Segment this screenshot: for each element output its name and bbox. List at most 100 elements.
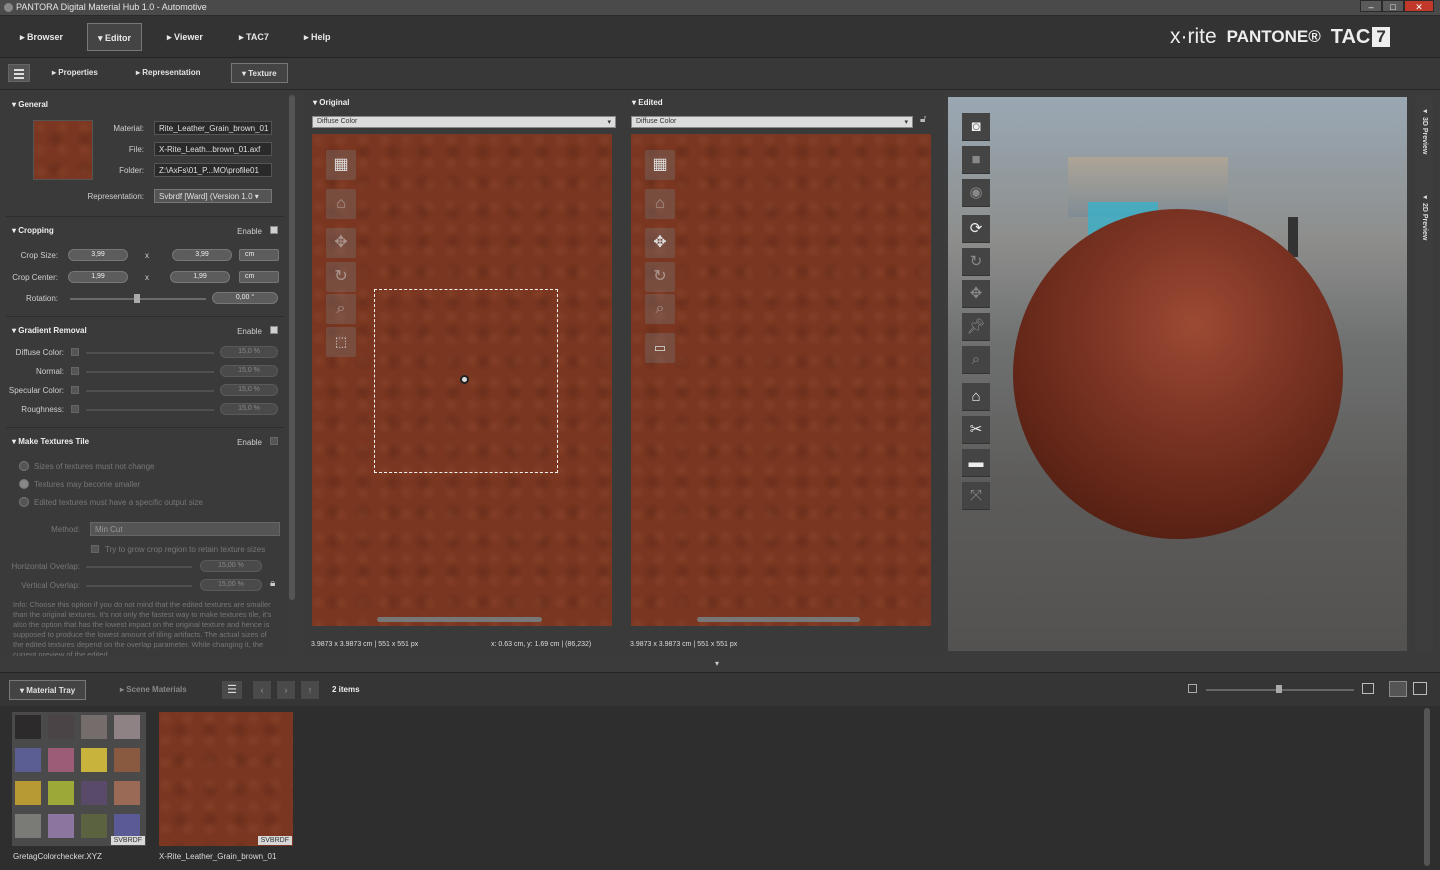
tab-properties[interactable]: ▸ Properties <box>42 63 108 83</box>
tab-3d-preview[interactable]: ◂ 3D Preview <box>1420 107 1428 154</box>
crop-center-x-spinner[interactable]: 1,99 <box>68 271 128 283</box>
gradient-value-specular[interactable]: 15,0 % <box>220 384 278 396</box>
edited-header[interactable]: ▾ Edited <box>632 98 663 107</box>
rotation-slider-handle[interactable] <box>134 294 140 303</box>
collapse-tray-icon[interactable]: ▾ <box>715 659 719 668</box>
tab-scene-materials[interactable]: ▸ Scene Materials <box>110 680 197 700</box>
tab-editor[interactable]: ▾ Editor <box>87 23 143 51</box>
tab-help[interactable]: ▸ Help <box>294 23 341 51</box>
grid-icon[interactable]: ▦ <box>326 150 356 180</box>
gradient-enable-checkbox[interactable] <box>270 326 278 334</box>
3d-preview-viewport[interactable]: ◙ ■ ◉ ⟳ ↻ ✥ 📌︎ ⌕ ⌂ ✂ ▬ ⤧ <box>948 97 1407 651</box>
crop-size-y-spinner[interactable]: 3,99 <box>172 249 232 261</box>
crop-size-unit-select[interactable]: cm <box>239 249 279 261</box>
crop-center-y-spinner[interactable]: 1,99 <box>170 271 230 283</box>
forward-icon[interactable]: › <box>277 681 295 699</box>
unlock-icon[interactable]: 🔓︎ <box>920 114 926 125</box>
tab-material-tray[interactable]: ▾ Material Tray <box>9 680 87 700</box>
gradient-value-normal[interactable]: 15,0 % <box>220 365 278 377</box>
move-icon[interactable]: ✥ <box>962 280 990 308</box>
zoom-icon[interactable]: ⌕ <box>326 294 356 324</box>
tile-option-radio-1[interactable] <box>19 461 29 471</box>
grid-view-button[interactable] <box>1389 681 1407 697</box>
maximize-button[interactable]: □ <box>1382 0 1404 12</box>
light-icon[interactable]: ◉ <box>962 179 990 207</box>
original-channel-select[interactable]: Diffuse Color ▾ <box>312 116 616 128</box>
gradient-check-roughness[interactable] <box>71 405 79 413</box>
material-field[interactable]: Rite_Leather_Grain_brown_01 <box>154 121 272 135</box>
home-icon[interactable]: ⌂ <box>645 189 675 219</box>
general-header[interactable]: ▾ General <box>12 100 48 109</box>
grid-icon[interactable]: ▦ <box>645 150 675 180</box>
tray-item-colorchecker[interactable]: SVBRDF <box>12 712 146 846</box>
gradient-slider-normal[interactable] <box>86 371 214 373</box>
rotate-icon[interactable]: ↻ <box>645 262 675 292</box>
tab-texture[interactable]: ▾ Texture <box>231 63 288 83</box>
lock-icon[interactable]: 🔒︎ <box>270 578 275 589</box>
left-panel-scrollbar[interactable] <box>289 95 295 600</box>
tray-item-leather[interactable]: SVBRDF <box>159 712 293 846</box>
gradient-check-normal[interactable] <box>71 367 79 375</box>
edited-channel-select[interactable]: Diffuse Color ▾ <box>631 116 913 128</box>
method-select[interactable]: Min Cut <box>90 522 280 536</box>
v-overlap-spinner[interactable]: 15,00 % <box>200 579 262 591</box>
close-button[interactable]: ✕ <box>1404 0 1434 12</box>
edited-texture-view[interactable] <box>631 134 931 626</box>
home-icon[interactable]: ⌂ <box>962 383 990 411</box>
large-thumb-icon[interactable] <box>1362 683 1374 694</box>
move-icon[interactable]: ✥ <box>645 228 675 258</box>
grow-region-checkbox[interactable] <box>91 545 99 553</box>
tab-tac7[interactable]: ▸ TAC7 <box>229 23 279 51</box>
edited-hscrollbar[interactable] <box>697 617 860 622</box>
folder-field[interactable]: Z:\AxFs\01_P...MO\profile01 <box>154 163 272 177</box>
crop-size-x-spinner[interactable]: 3,99 <box>68 249 128 261</box>
tile-option-radio-3[interactable] <box>19 497 29 507</box>
crop-icon[interactable]: ⬚ <box>326 327 356 357</box>
zoom-icon[interactable]: ⌕ <box>962 346 990 374</box>
minimize-button[interactable]: – <box>1360 0 1382 12</box>
gradient-check-diffuse[interactable] <box>71 348 79 356</box>
crop-center-handle[interactable] <box>460 375 469 384</box>
menu-button[interactable] <box>8 64 30 82</box>
rotate-icon[interactable]: ↻ <box>326 262 356 292</box>
refresh-icon[interactable]: ⟳ <box>962 215 990 243</box>
list-view-icon[interactable]: ☰ <box>222 681 242 699</box>
small-thumb-icon[interactable] <box>1188 684 1197 693</box>
gradient-value-diffuse[interactable]: 15,0 % <box>220 346 278 358</box>
gradient-slider-specular[interactable] <box>86 390 214 392</box>
tile-enable-checkbox[interactable] <box>270 437 278 445</box>
h-overlap-slider[interactable] <box>86 566 192 568</box>
preview-tile-icon[interactable]: ▭ <box>645 333 675 363</box>
zoom-icon[interactable]: ⌕ <box>645 294 675 324</box>
gradient-value-roughness[interactable]: 15,0 % <box>220 403 278 415</box>
original-header[interactable]: ▾ Original <box>313 98 349 107</box>
camera-icon[interactable]: ◙ <box>962 113 990 141</box>
thumb-size-handle[interactable] <box>1276 685 1282 693</box>
crop-center-unit-select[interactable]: cm <box>239 271 279 283</box>
rotate-icon[interactable]: ↻ <box>962 248 990 276</box>
tray-scrollbar[interactable] <box>1424 708 1430 866</box>
cropping-enable-checkbox[interactable] <box>270 226 278 234</box>
pin-icon[interactable]: 📌︎ <box>962 313 990 341</box>
gradient-slider-diffuse[interactable] <box>86 352 214 354</box>
home-icon[interactable]: ⌂ <box>326 189 356 219</box>
v-overlap-slider[interactable] <box>86 585 192 587</box>
detail-view-button[interactable] <box>1413 682 1427 695</box>
tile-header[interactable]: ▾ Make Textures Tile <box>12 437 89 446</box>
tab-browser[interactable]: ▸ Browser <box>10 23 73 51</box>
tools-icon[interactable]: ✂ <box>962 416 990 444</box>
tab-2d-preview[interactable]: ◂ 2D Preview <box>1420 193 1428 240</box>
display-icon[interactable]: ▬ <box>962 449 990 477</box>
up-icon[interactable]: ↑ <box>301 681 319 699</box>
gradient-removal-header[interactable]: ▾ Gradient Removal <box>12 326 87 335</box>
rotation-spinner[interactable]: 0,00 ° <box>212 292 278 304</box>
gradient-slider-roughness[interactable] <box>86 409 214 411</box>
file-field[interactable]: X-Rite_Leath...brown_01.axf <box>154 142 272 156</box>
h-overlap-spinner[interactable]: 15,00 % <box>200 560 262 572</box>
cropping-header[interactable]: ▾ Cropping <box>12 226 54 235</box>
stop-icon[interactable]: ■ <box>962 146 990 174</box>
tile-option-radio-2[interactable] <box>19 479 29 489</box>
move-icon[interactable]: ✥ <box>326 228 356 258</box>
original-hscrollbar[interactable] <box>377 617 542 622</box>
tab-representation[interactable]: ▸ Representation <box>126 63 210 83</box>
